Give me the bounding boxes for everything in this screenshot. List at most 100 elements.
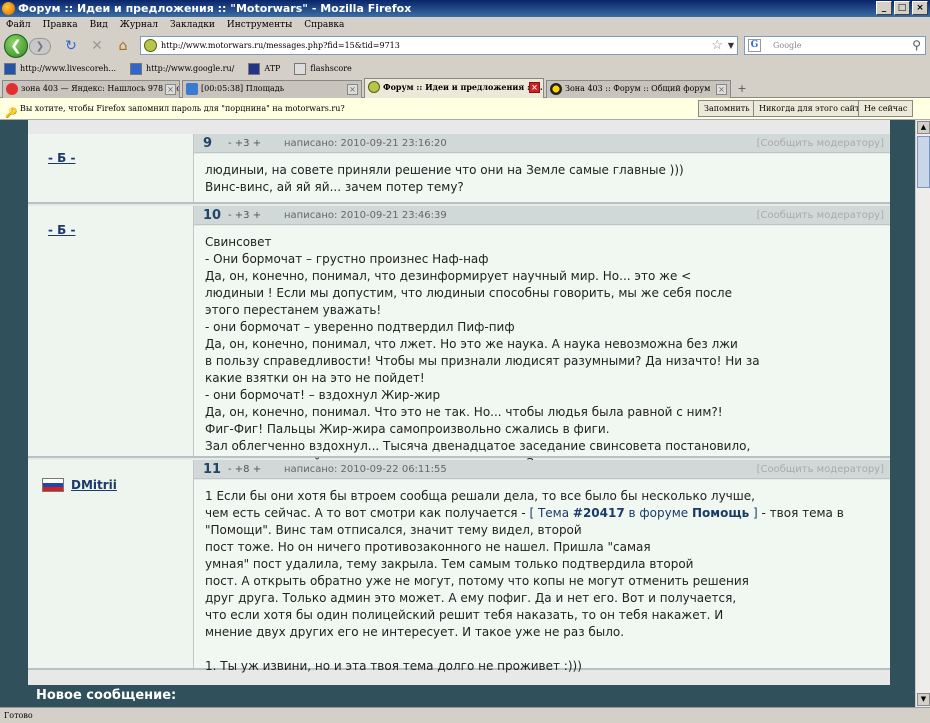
post-body: 1 Если бы они хотя бы втроем сообща реша…	[194, 480, 890, 673]
menu-bar: Файл Правка Вид Журнал Закладки Инструме…	[0, 17, 930, 33]
post-9: - Б - 9 - +3 + написано: 2010-09-21 23:1…	[28, 134, 890, 204]
post-body: Свинсовет - Они бормочат – грустно произ…	[194, 226, 890, 470]
author-link[interactable]: - Б -	[48, 223, 75, 237]
never-button[interactable]: Никогда для этого сайта	[753, 100, 871, 117]
url-dropdown-icon[interactable]: ▼	[728, 37, 734, 54]
tab-strip: зона 403 — Яндекс: Нашлось 978 тыс. ... …	[0, 78, 930, 98]
url-text: http://www.motorwars.ru/messages.php?fid…	[161, 41, 400, 50]
tab-close-icon[interactable]: ×	[716, 84, 727, 95]
radiation-icon	[550, 83, 562, 95]
forum-thread: - Б - 9 - +3 + написано: 2010-09-21 23:1…	[28, 120, 890, 707]
reload-icon[interactable]: ↻	[62, 37, 80, 55]
url-bar[interactable]: http://www.motorwars.ru/messages.php?fid…	[140, 36, 738, 55]
menu-file[interactable]: Файл	[6, 17, 31, 33]
tab-label: зона 403 — Яндекс: Нашлось 978 тыс. ...	[21, 84, 180, 93]
remember-button[interactable]: Запомнить	[698, 100, 756, 117]
new-tab-button[interactable]: +	[733, 81, 751, 96]
bookmark-favicon-icon	[4, 62, 16, 75]
post-rating[interactable]: - +3 +	[228, 206, 261, 225]
page-icon	[186, 83, 198, 95]
bookmarks-toolbar: http://www.livescoreh... http://www.goog…	[0, 59, 930, 78]
post-date: написано: 2010-09-22 06:11:55	[284, 464, 447, 475]
notification-text: Вы хотите, чтобы Firefox запомнил пароль…	[20, 104, 345, 113]
post-header: 9 - +3 + написано: 2010-09-21 23:16:20 […	[194, 134, 890, 153]
back-button[interactable]: ❮	[4, 34, 28, 58]
page-scrollbar[interactable]: ▲ ▼	[915, 120, 930, 707]
tab-zona403[interactable]: Зона 403 :: Форум :: Общий форум ×	[546, 80, 731, 98]
bookmark-favicon-icon	[130, 62, 143, 75]
close-icon[interactable]: ×	[912, 1, 928, 15]
link-bracket-close: ]	[749, 506, 758, 520]
topic-link[interactable]: [ Тема #20417 в форуме Помощь ]	[529, 506, 757, 520]
status-bar: Готово	[0, 707, 930, 723]
russia-flag-icon	[42, 478, 64, 492]
post-rating[interactable]: - +8 +	[228, 460, 261, 479]
menu-view[interactable]: Вид	[90, 17, 108, 33]
post-number: 11	[203, 462, 222, 477]
minimize-icon[interactable]: _	[876, 1, 892, 15]
stop-icon[interactable]: ✕	[88, 37, 106, 55]
password-notification-bar: 🔑 Вы хотите, чтобы Firefox запомнил паро…	[0, 98, 930, 120]
bookmark-star-icon[interactable]: ☆	[711, 37, 723, 54]
bookmark-label: http://www.livescoreh...	[20, 64, 117, 73]
scroll-up-icon[interactable]: ▲	[917, 121, 930, 134]
menu-edit[interactable]: Правка	[43, 17, 78, 33]
post-rating[interactable]: - +3 +	[228, 134, 261, 153]
post-header: 10 - +3 + написано: 2010-09-21 23:46:39 …	[194, 206, 890, 225]
new-message-header: Новое сообщение:	[28, 685, 890, 707]
post-header: 11 - +8 + написано: 2010-09-22 06:11:55 …	[194, 460, 890, 479]
tab-yandex[interactable]: зона 403 — Яндекс: Нашлось 978 тыс. ... …	[2, 80, 180, 98]
search-placeholder: Google	[773, 41, 802, 50]
post-text-continued: - твоя тема в "Помощи". Винс там отписал…	[205, 506, 844, 673]
report-moderator-link[interactable]: [Сообщить модератору]	[757, 460, 884, 479]
menu-help[interactable]: Справка	[304, 17, 344, 33]
tab-label: Форум :: Идеи и предложения :: "..."	[383, 82, 544, 92]
link-bracket-open: [ Тема	[529, 506, 573, 520]
scroll-down-icon[interactable]: ▼	[917, 693, 930, 706]
post-number: 9	[203, 136, 213, 151]
site-favicon-icon	[144, 39, 157, 52]
forward-button[interactable]: ❯	[29, 38, 51, 55]
report-moderator-link[interactable]: [Сообщить модератору]	[757, 134, 884, 153]
post-date: написано: 2010-09-21 23:46:39	[284, 210, 447, 221]
tab-close-icon[interactable]: ×	[165, 84, 176, 95]
window-title: Форум :: Идеи и предложения :: "Motorwar…	[18, 2, 412, 15]
bookmark-favicon-icon	[248, 62, 261, 75]
window-controls: _ □ ×	[876, 1, 928, 15]
forum-name: Помощь	[692, 506, 750, 520]
author-link[interactable]: DMitrii	[71, 478, 117, 492]
menu-tools[interactable]: Инструменты	[227, 17, 292, 33]
bookmark-flashscore[interactable]: flashscore	[294, 59, 352, 78]
post-10: - Б - 10 - +3 + написано: 2010-09-21 23:…	[28, 206, 890, 470]
home-icon[interactable]: ⌂	[114, 37, 132, 55]
author-link[interactable]: - Б -	[48, 151, 75, 165]
report-moderator-link[interactable]: [Сообщить модератору]	[757, 206, 884, 225]
post-number: 10	[203, 208, 222, 223]
bookmark-label: http://www.google.ru/	[146, 64, 235, 73]
bookmark-atp[interactable]: ATP	[248, 59, 280, 78]
navigation-toolbar: ❮ ❯ ↻ ✕ ⌂ http://www.motorwars.ru/messag…	[0, 33, 930, 59]
tab-label: [00:05:38] Площадь	[201, 84, 285, 93]
firefox-icon	[2, 2, 15, 15]
motorwars-icon	[368, 81, 380, 93]
google-engine-icon[interactable]: G	[748, 39, 761, 52]
tab-close-icon[interactable]: ×	[347, 84, 358, 95]
menu-bookmarks[interactable]: Закладки	[170, 17, 215, 33]
tab-ploshchad[interactable]: [00:05:38] Площадь ×	[182, 80, 362, 98]
search-box[interactable]: G Google ⚲	[744, 36, 926, 55]
menu-history[interactable]: Журнал	[120, 17, 158, 33]
scrollbar-thumb[interactable]	[917, 136, 930, 188]
post-date: написано: 2010-09-21 23:16:20	[284, 138, 447, 149]
tab-forum-active[interactable]: Форум :: Идеи и предложения :: "..." ×	[364, 78, 544, 98]
author-column: DMitrii	[28, 460, 194, 668]
maximize-icon[interactable]: □	[894, 1, 910, 15]
page-content: - Б - 9 - +3 + написано: 2010-09-21 23:1…	[0, 120, 915, 707]
bookmark-livescore[interactable]: http://www.livescoreh...	[4, 59, 116, 78]
tab-close-icon[interactable]: ×	[529, 82, 540, 93]
author-column: - Б -	[28, 134, 194, 202]
search-icon[interactable]: ⚲	[912, 37, 921, 54]
window-title-bar: Форум :: Идеи и предложения :: "Motorwar…	[0, 0, 930, 17]
tab-label: Зона 403 :: Форум :: Общий форум	[565, 84, 711, 93]
not-now-button[interactable]: Не сейчас	[858, 100, 914, 117]
bookmark-google[interactable]: http://www.google.ru/	[130, 59, 234, 78]
